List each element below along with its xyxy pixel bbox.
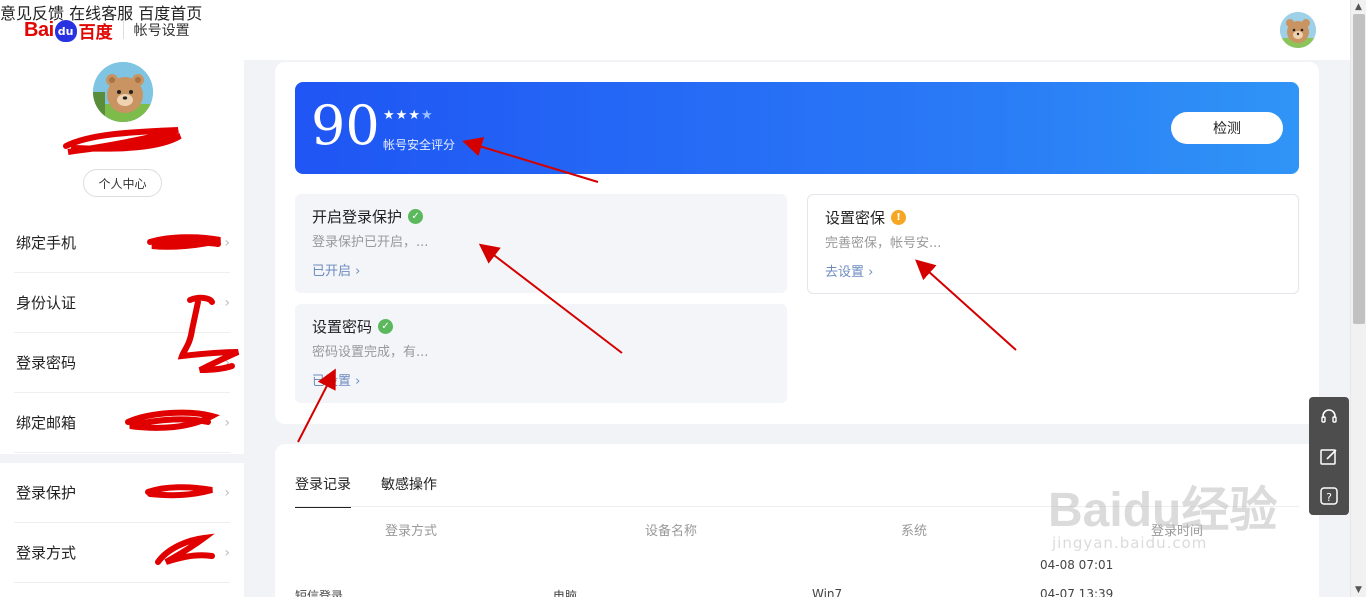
- user-avatar[interactable]: [1280, 12, 1316, 48]
- star-icon: ★: [395, 108, 409, 123]
- watermark-brand: Baidu经验: [1048, 484, 1278, 537]
- scroll-up-icon[interactable]: ▲: [1355, 2, 1362, 12]
- redaction-scribble: [63, 127, 182, 155]
- card-link[interactable]: 已设置 ›: [312, 370, 360, 389]
- redaction-scribble: [145, 484, 213, 499]
- row-device: 电脑: [553, 589, 578, 597]
- check-circle-icon: ✓: [408, 209, 424, 224]
- card-title: 设置密码 ✓: [312, 316, 394, 337]
- sidebar-item-label: 绑定手机: [16, 234, 77, 252]
- card-link[interactable]: 去设置 ›: [825, 261, 873, 280]
- star-icon: ★: [408, 108, 421, 123]
- check-circle-icon: ✓: [378, 319, 394, 334]
- watermark-url: jingyan.baidu.com: [1052, 534, 1208, 552]
- security-score-banner: 90 ★★★★ 帐号安全评分 检测: [295, 82, 1299, 174]
- card-desc: 密码设置完成，有...: [312, 345, 429, 360]
- left-sidebar: 个人中心 绑定手机 › 身份认证 › 登录密码 › 绑定邮箱 › 登录保护 › …: [0, 60, 244, 597]
- row-method: 短信登录: [295, 589, 344, 597]
- nav-online-service-link[interactable]: 在线客服: [69, 4, 133, 23]
- chevron-right-icon: ›: [224, 485, 230, 501]
- top-nav: 意见反馈 在线客服 百度首页: [0, 0, 1350, 60]
- column-header-device: 设备名称: [645, 524, 698, 539]
- sidebar-item-label: 绑定邮箱: [16, 414, 77, 432]
- column-header-os: 系统: [901, 524, 928, 539]
- help-icon[interactable]: ?: [1319, 486, 1339, 506]
- records-tabs: 登录记录 敏感操作: [295, 474, 467, 508]
- redaction-scribble: [177, 294, 240, 373]
- sidebar-item-label: 登录保护: [16, 484, 77, 502]
- nav-baidu-home-link[interactable]: 百度首页: [138, 4, 202, 23]
- star-icon: ★: [383, 108, 396, 123]
- scroll-thumb[interactable]: [1353, 14, 1365, 324]
- card-title-text: 设置密码: [312, 318, 373, 336]
- headset-icon[interactable]: [1319, 407, 1339, 427]
- svg-text:?: ?: [1326, 491, 1332, 504]
- card-link[interactable]: 已开启 ›: [312, 260, 360, 279]
- column-header-method: 登录方式: [385, 524, 438, 539]
- personal-center-button[interactable]: 个人中心: [83, 169, 162, 197]
- card-link-text: 已设置: [312, 374, 352, 389]
- chevron-right-icon: ›: [224, 545, 230, 561]
- security-panel: 90 ★★★★ 帐号安全评分 检测 开启登录保护 ✓ 登录保护已开启，... 已…: [275, 62, 1319, 424]
- top-header: Bai du 百度 帐号设置 意见反馈 在线客服 百度首页: [0, 0, 1350, 60]
- redaction-scribble: [155, 533, 215, 565]
- security-score-value: 90: [311, 94, 380, 157]
- row-time: 04-07 13:39: [1040, 587, 1114, 597]
- sidebar-item-label: 登录方式: [16, 544, 77, 562]
- card-security-question[interactable]: 设置密保 ! 完善密保，帐号安... 去设置 ›: [807, 194, 1299, 294]
- card-title-text: 开启登录保护: [312, 208, 403, 226]
- security-score-label: 帐号安全评分: [383, 138, 456, 152]
- chevron-right-icon: ›: [355, 264, 361, 279]
- card-desc: 完善密保，帐号安...: [825, 236, 942, 251]
- row-os: Win7: [812, 587, 843, 597]
- row-time: 04-08 07:01: [1040, 558, 1114, 572]
- star-icon: ★: [420, 108, 434, 123]
- baidu-jingyan-watermark: Baidu经验 jingyan.baidu.com: [1048, 470, 1278, 552]
- sidebar-divider: [0, 454, 244, 463]
- tab-login-records[interactable]: 登录记录: [295, 474, 351, 508]
- tab-sensitive-operations[interactable]: 敏感操作: [381, 474, 437, 508]
- redaction-scribble: [147, 234, 221, 250]
- profile-avatar[interactable]: [93, 62, 153, 122]
- card-desc: 登录保护已开启，...: [312, 235, 429, 250]
- chevron-right-icon: ›: [355, 374, 361, 389]
- sidebar-item-label: 身份认证: [16, 294, 77, 312]
- star-rating: ★★★★: [383, 108, 434, 123]
- card-title: 开启登录保护 ✓: [312, 206, 424, 227]
- chevron-right-icon: ›: [224, 415, 230, 431]
- card-link-text: 去设置: [825, 265, 865, 280]
- sidebar-item-label: 登录密码: [16, 354, 77, 372]
- card-title-text: 设置密保: [825, 209, 886, 227]
- check-button[interactable]: 检测: [1171, 112, 1283, 144]
- card-login-protection[interactable]: 开启登录保护 ✓ 登录保护已开启，... 已开启 ›: [295, 194, 787, 293]
- profile-section: 个人中心: [0, 60, 244, 210]
- edit-icon[interactable]: [1319, 447, 1339, 467]
- card-link-text: 已开启: [312, 264, 352, 279]
- page-scrollbar[interactable]: ▲ ▼: [1350, 0, 1366, 597]
- card-set-password[interactable]: 设置密码 ✓ 密码设置完成，有... 已设置 ›: [295, 304, 787, 403]
- warning-circle-icon: !: [891, 210, 907, 225]
- scroll-down-icon[interactable]: ▼: [1355, 585, 1362, 595]
- redaction-scribble: [125, 409, 220, 431]
- chevron-right-icon: ›: [868, 265, 874, 280]
- card-title: 设置密保 !: [825, 207, 907, 228]
- floating-toolbar: ?: [1309, 397, 1349, 515]
- nav-feedback-link[interactable]: 意见反馈: [0, 4, 64, 23]
